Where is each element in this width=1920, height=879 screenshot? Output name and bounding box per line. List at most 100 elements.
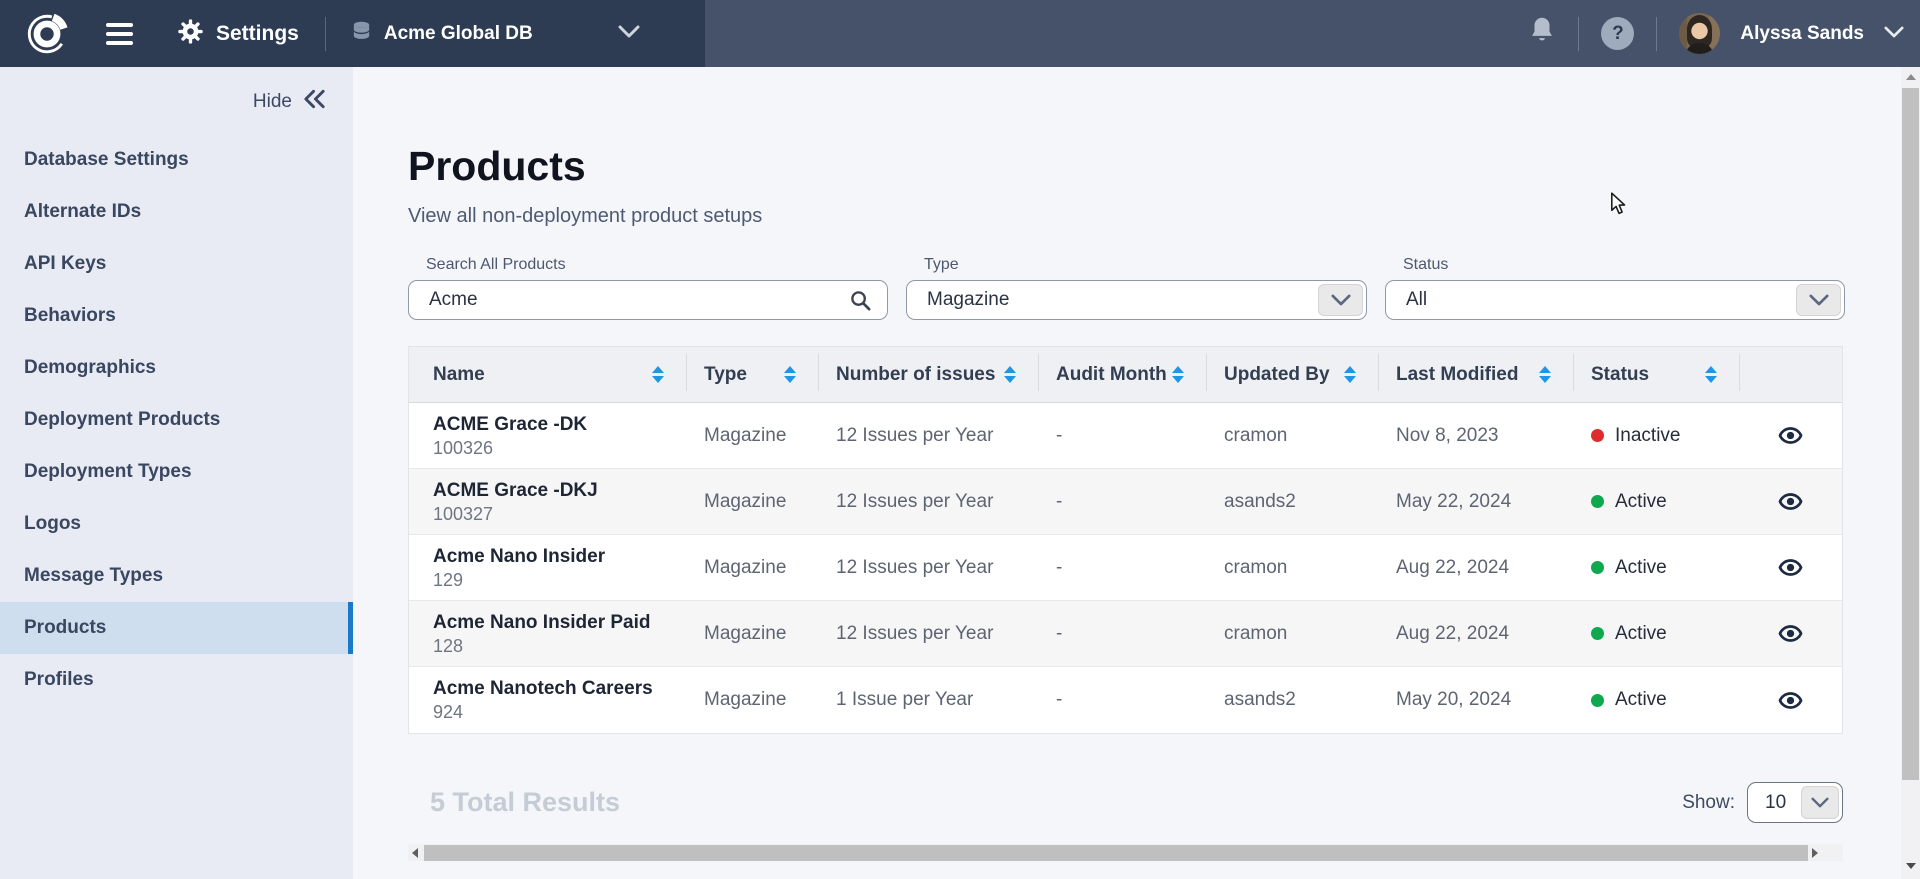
view-eye-icon[interactable] xyxy=(1778,489,1803,514)
column-header-updated-by[interactable]: Updated By xyxy=(1206,347,1378,402)
user-name: Alyssa Sands xyxy=(1740,23,1864,45)
cell-updated-by: asands2 xyxy=(1206,667,1378,733)
cell-name: Acme Nano Insider 129 xyxy=(409,535,686,600)
cell-actions xyxy=(1739,601,1842,666)
chevron-down-icon xyxy=(618,25,640,43)
menu-icon[interactable] xyxy=(106,23,133,45)
table-row[interactable]: Acme Nano Insider Paid 128 Magazine 12 I… xyxy=(409,601,1842,667)
sort-icon[interactable] xyxy=(1004,366,1016,383)
sort-icon[interactable] xyxy=(784,366,796,383)
database-name: Acme Global DB xyxy=(384,23,533,45)
view-eye-icon[interactable] xyxy=(1778,555,1803,580)
table-row[interactable]: ACME Grace -DK 100326 Magazine 12 Issues… xyxy=(409,403,1842,469)
sidebar: Hide Database SettingsAlternate IDsAPI K… xyxy=(0,67,353,879)
topbar-divider xyxy=(1578,17,1579,51)
cell-updated-by: cramon xyxy=(1206,403,1378,468)
column-header-actions[interactable] xyxy=(1739,347,1842,402)
sort-icon[interactable] xyxy=(1705,366,1717,383)
status-dot xyxy=(1591,561,1604,574)
column-header-status[interactable]: Status xyxy=(1573,347,1739,402)
table-row[interactable]: Acme Nanotech Careers 924 Magazine 1 Iss… xyxy=(409,667,1842,733)
sidebar-item-deployment-products[interactable]: Deployment Products xyxy=(0,394,353,446)
sidebar-item-database-settings[interactable]: Database Settings xyxy=(0,134,353,186)
status-dot xyxy=(1591,495,1604,508)
settings-nav[interactable]: Settings xyxy=(177,18,299,50)
product-id: 100327 xyxy=(433,503,493,525)
main-content: Products View all non-deployment product… xyxy=(353,67,1901,879)
vertical-scrollbar-thumb[interactable] xyxy=(1902,88,1919,780)
column-header-number-of-issues[interactable]: Number of issues xyxy=(818,347,1038,402)
sidebar-item-deployment-types[interactable]: Deployment Types xyxy=(0,446,353,498)
table-row[interactable]: Acme Nano Insider 129 Magazine 12 Issues… xyxy=(409,535,1842,601)
scroll-left-arrow-icon[interactable] xyxy=(408,844,422,861)
chevron-down-icon[interactable] xyxy=(1801,786,1839,819)
sidebar-hide-button[interactable]: Hide xyxy=(0,67,353,114)
horizontal-scrollbar[interactable] xyxy=(408,844,1843,861)
sidebar-item-products[interactable]: Products xyxy=(0,602,353,654)
sort-icon[interactable] xyxy=(652,366,664,383)
scroll-down-arrow-icon[interactable] xyxy=(1901,858,1920,873)
cell-updated-by: cramon xyxy=(1206,601,1378,666)
cell-status: Active xyxy=(1573,601,1739,666)
table-row[interactable]: ACME Grace -DKJ 100327 Magazine 12 Issue… xyxy=(409,469,1842,535)
product-id: 128 xyxy=(433,635,463,657)
status-dot xyxy=(1591,694,1604,707)
column-header-type[interactable]: Type xyxy=(686,347,818,402)
view-eye-icon[interactable] xyxy=(1778,423,1803,448)
cell-type: Magazine xyxy=(686,601,818,666)
vertical-scrollbar[interactable] xyxy=(1901,67,1920,879)
status-text: Active xyxy=(1615,689,1667,711)
column-label: Last Modified xyxy=(1396,364,1518,386)
scroll-up-arrow-icon[interactable] xyxy=(1901,69,1920,84)
cell-issues: 12 Issues per Year xyxy=(818,535,1038,600)
sidebar-item-behaviors[interactable]: Behaviors xyxy=(0,290,353,342)
status-text: Inactive xyxy=(1615,425,1680,447)
chevron-down-icon[interactable] xyxy=(1796,284,1841,316)
sidebar-nav: Database SettingsAlternate IDsAPI KeysBe… xyxy=(0,134,353,706)
sort-icon[interactable] xyxy=(1172,366,1184,383)
type-label: Type xyxy=(906,256,1367,274)
chevron-down-icon[interactable] xyxy=(1318,284,1363,316)
sidebar-item-logos[interactable]: Logos xyxy=(0,498,353,550)
page-size-select[interactable]: 10 xyxy=(1747,782,1843,823)
cell-last-modified: May 20, 2024 xyxy=(1378,667,1573,733)
sort-icon[interactable] xyxy=(1344,366,1356,383)
scroll-right-arrow-icon[interactable] xyxy=(1808,844,1822,861)
show-label: Show: xyxy=(1682,792,1735,814)
search-input[interactable] xyxy=(408,280,888,320)
status-select[interactable]: All xyxy=(1385,280,1845,320)
sidebar-item-message-types[interactable]: Message Types xyxy=(0,550,353,602)
cell-name: ACME Grace -DKJ 100327 xyxy=(409,469,686,534)
app-logo-icon[interactable] xyxy=(24,11,70,57)
column-header-audit-month[interactable]: Audit Month xyxy=(1038,347,1206,402)
database-selector[interactable]: Acme Global DB xyxy=(350,20,650,48)
user-menu-chevron-icon[interactable] xyxy=(1884,25,1904,43)
product-name: ACME Grace -DKJ xyxy=(433,479,598,503)
help-icon[interactable]: ? xyxy=(1601,17,1634,50)
cell-status: Active xyxy=(1573,667,1739,733)
sidebar-item-api-keys[interactable]: API Keys xyxy=(0,238,353,290)
sort-icon[interactable] xyxy=(1539,366,1551,383)
notifications-bell-icon[interactable] xyxy=(1528,16,1556,51)
sidebar-item-demographics[interactable]: Demographics xyxy=(0,342,353,394)
view-eye-icon[interactable] xyxy=(1778,621,1803,646)
cell-issues: 12 Issues per Year xyxy=(818,469,1038,534)
column-header-last-modified[interactable]: Last Modified xyxy=(1378,347,1573,402)
column-label: Type xyxy=(704,364,747,386)
search-field-group: Search All Products xyxy=(408,256,888,320)
help-glyph: ? xyxy=(1612,23,1624,45)
search-icon[interactable] xyxy=(849,289,872,317)
type-select[interactable]: Magazine xyxy=(906,280,1367,320)
horizontal-scrollbar-thumb[interactable] xyxy=(424,845,1808,861)
cell-last-modified: May 22, 2024 xyxy=(1378,469,1573,534)
cell-audit-month: - xyxy=(1038,469,1206,534)
sidebar-item-alternate-ids[interactable]: Alternate IDs xyxy=(0,186,353,238)
avatar[interactable] xyxy=(1679,13,1720,54)
cell-actions xyxy=(1739,469,1842,534)
view-eye-icon[interactable] xyxy=(1778,688,1803,713)
column-header-name[interactable]: Name xyxy=(409,347,686,402)
sidebar-item-profiles[interactable]: Profiles xyxy=(0,654,353,706)
column-label: Audit Month xyxy=(1056,364,1167,386)
cell-updated-by: asands2 xyxy=(1206,469,1378,534)
topbar-left: Settings Acme Global DB xyxy=(0,0,705,67)
